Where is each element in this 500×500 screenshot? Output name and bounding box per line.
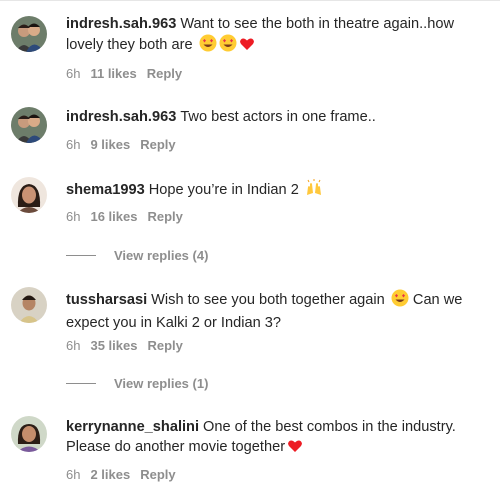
raising-hands-emoji xyxy=(305,179,323,203)
comment-message: Two best actors in one frame.. xyxy=(180,109,376,125)
comment-username[interactable]: shema1993 xyxy=(66,182,145,198)
heart-eyes-emoji xyxy=(199,34,217,58)
red-heart-emoji xyxy=(239,36,255,58)
comment-username[interactable]: tussharsasi xyxy=(66,292,147,308)
replies-divider-line xyxy=(66,383,96,384)
heart-eyes-emoji xyxy=(391,289,409,313)
view-replies-button[interactable]: View replies (4) xyxy=(66,248,208,263)
comment-meta: 6h 16 likes Reply xyxy=(66,209,183,224)
view-replies-button[interactable]: View replies (1) xyxy=(66,376,208,391)
comment-time: 6h xyxy=(66,66,81,81)
comment-likes[interactable]: 9 likes xyxy=(90,137,130,152)
reply-button[interactable]: Reply xyxy=(147,66,182,81)
avatar[interactable] xyxy=(11,107,47,143)
comment-username[interactable]: indresh.sah.963 xyxy=(66,109,176,125)
comment-text: shema1993 Hope you’re in Indian 2 xyxy=(66,179,486,203)
comment-text: kerrynanne_shalini One of the best combos… xyxy=(66,417,486,460)
red-heart-emoji xyxy=(287,438,303,460)
avatar[interactable] xyxy=(11,287,47,323)
comment-text: tussharsasi Wish to see you both together… xyxy=(66,289,486,333)
replies-divider-line xyxy=(66,255,96,256)
top-divider xyxy=(0,0,500,1)
comment-likes[interactable]: 2 likes xyxy=(90,467,130,482)
comment-username[interactable]: indresh.sah.963 xyxy=(66,16,176,32)
comment-meta: 6h 11 likes Reply xyxy=(66,66,182,81)
comment-text: indresh.sah.963 Two best actors in one fr… xyxy=(66,107,486,127)
comment-likes[interactable]: 35 likes xyxy=(90,338,137,353)
comment-meta: 6h 9 likes Reply xyxy=(66,137,176,152)
comment-time: 6h xyxy=(66,209,81,224)
heart-eyes-emoji xyxy=(219,34,237,58)
reply-button[interactable]: Reply xyxy=(140,137,175,152)
avatar[interactable] xyxy=(11,16,47,52)
reply-button[interactable]: Reply xyxy=(147,209,182,224)
comment-likes[interactable]: 16 likes xyxy=(90,209,137,224)
comment-message-part-1: Wish to see you both together again xyxy=(151,292,385,308)
reply-button[interactable]: Reply xyxy=(140,467,175,482)
reply-button[interactable]: Reply xyxy=(147,338,182,353)
comment-meta: 6h 2 likes Reply xyxy=(66,467,176,482)
comment-time: 6h xyxy=(66,338,81,353)
comment-time: 6h xyxy=(66,137,81,152)
comment-message: Hope you’re in Indian 2 xyxy=(148,182,299,198)
avatar[interactable] xyxy=(11,177,47,213)
comment-text: indresh.sah.963 Want to see the both in t… xyxy=(66,14,486,58)
comment-meta: 6h 35 likes Reply xyxy=(66,338,183,353)
comment-username[interactable]: kerrynanne_shalini xyxy=(66,419,199,435)
comment-time: 6h xyxy=(66,467,81,482)
comment-likes[interactable]: 11 likes xyxy=(90,66,136,81)
view-replies-label: View replies (1) xyxy=(114,376,209,391)
view-replies-label: View replies (4) xyxy=(114,248,209,263)
avatar[interactable] xyxy=(11,416,47,452)
